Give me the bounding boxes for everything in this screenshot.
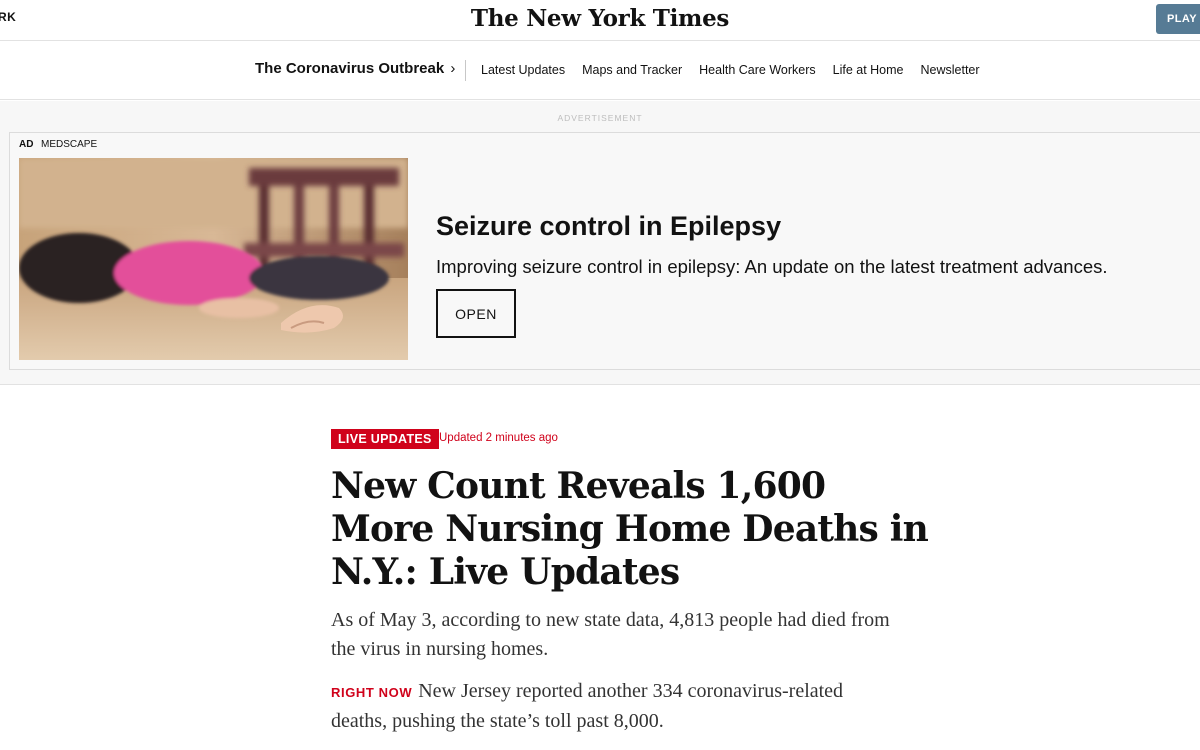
play-button[interactable]: PLAY T	[1156, 4, 1200, 34]
live-updates-badge[interactable]: LIVE UPDATES	[331, 429, 439, 449]
section-nav: The Coronavirus Outbreak › Latest Update…	[0, 41, 1200, 100]
ad-sponsor: MEDSCAPE	[41, 139, 98, 150]
masthead: RK The New York Times PLAY T	[0, 0, 1200, 41]
ad-image[interactable]	[19, 158, 408, 360]
section-nav-links: Latest Updates Maps and Tracker Health C…	[481, 63, 997, 77]
right-now-update[interactable]: RIGHT NOW New Jersey reported another 334…	[331, 677, 891, 736]
advertisement-label: ADVERTISEMENT	[557, 113, 643, 123]
nyt-logo[interactable]: The New York Times	[0, 5, 1200, 32]
ad-unit[interactable]: AD MEDSCAPE Seizure control in Epilepsy …	[9, 132, 1200, 370]
section-title-label: The Coronavirus Outbreak	[255, 60, 445, 77]
nav-link-latest-updates[interactable]: Latest Updates	[481, 63, 565, 77]
ad-photo-illustration	[19, 158, 408, 360]
right-now-label: RIGHT NOW	[331, 685, 413, 700]
nav-divider	[465, 60, 466, 81]
nav-link-life-at-home[interactable]: Life at Home	[833, 63, 904, 77]
nav-link-health-care-workers[interactable]: Health Care Workers	[699, 63, 815, 77]
updated-timestamp: Updated 2 minutes ago	[439, 432, 558, 444]
article-summary: As of May 3, according to new state data…	[331, 609, 890, 660]
section-title-link[interactable]: The Coronavirus Outbreak ›	[255, 60, 455, 77]
nav-link-newsletter[interactable]: Newsletter	[921, 63, 980, 77]
ad-tag: AD	[19, 139, 34, 150]
nav-link-maps-and-tracker[interactable]: Maps and Tracker	[582, 63, 682, 77]
ad-description: Improving seizure control in epilepsy: A…	[436, 256, 1108, 277]
ad-zone: ADVERTISEMENT AD MEDSCAPE Seizure contro…	[0, 101, 1200, 385]
ad-open-button[interactable]: OPEN	[436, 289, 516, 338]
ad-headline[interactable]: Seizure control in Epilepsy	[436, 211, 781, 242]
article-headline[interactable]: New Count Reveals 1,600 More Nursing Hom…	[331, 465, 931, 594]
chevron-right-icon: ›	[450, 60, 456, 77]
